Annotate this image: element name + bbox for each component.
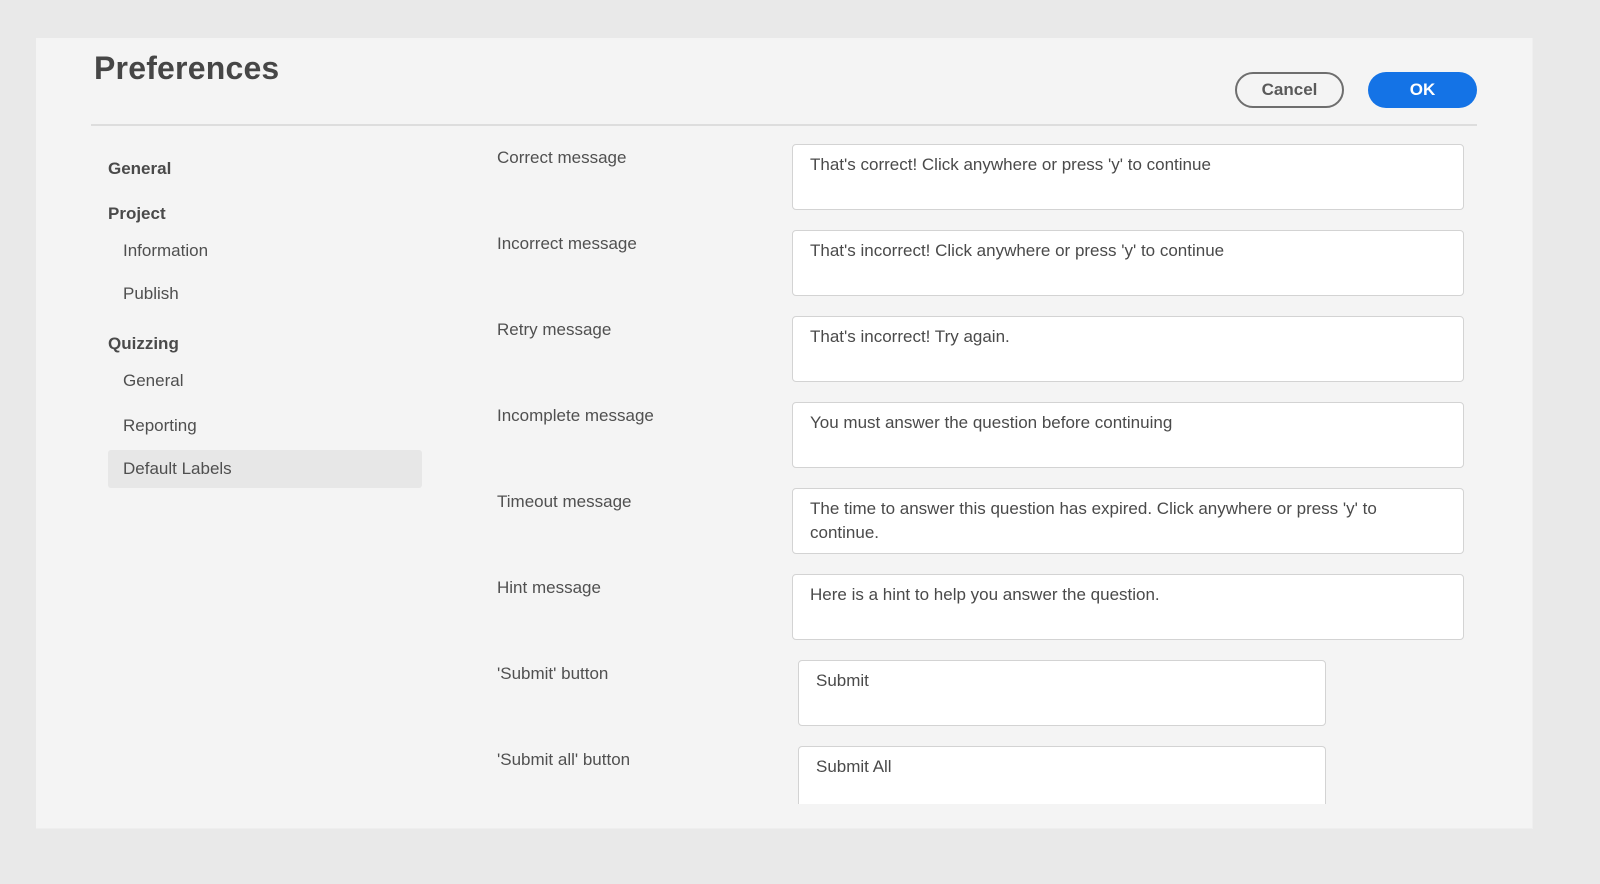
sidebar-item-reporting[interactable]: Reporting [108,407,422,445]
preferences-dialog: Preferences Cancel OK General Project In… [36,38,1533,829]
submit-button-label: 'Submit' button [497,664,609,683]
ok-button[interactable]: OK [1368,72,1477,108]
incorrect-message-input[interactable]: That's incorrect! Click anywhere or pres… [792,230,1464,296]
timeout-message-label: Timeout message [497,492,632,511]
correct-message-input[interactable]: That's correct! Click anywhere or press … [792,144,1464,210]
submit-button-text-input[interactable]: Submit [798,660,1326,726]
sidebar-heading-project[interactable]: Project [108,204,166,224]
header-divider [91,124,1477,126]
submit-all-button-label: 'Submit all' button [497,750,631,769]
incomplete-message-label: Incomplete message [497,406,654,425]
sidebar-heading-quizzing[interactable]: Quizzing [108,334,179,354]
retry-message-input[interactable]: That's incorrect! Try again. [792,316,1464,382]
sidebar-item-publish[interactable]: Publish [108,275,422,313]
sidebar-item-label: General [123,371,184,390]
hint-message-label: Hint message [497,578,601,597]
submit-all-button-text-input[interactable]: Submit All [798,746,1326,804]
incomplete-message-input[interactable]: You must answer the question before cont… [792,402,1464,468]
dialog-title: Preferences [94,50,280,86]
sidebar-item-label: Reporting [123,416,197,435]
hint-message-input[interactable]: Here is a hint to help you answer the qu… [792,574,1464,640]
incorrect-message-label: Incorrect message [497,234,637,253]
sidebar-item-quizzing-general[interactable]: General [108,362,422,400]
retry-message-label: Retry message [497,320,612,339]
sidebar-item-label: Default Labels [123,459,232,478]
sidebar-item-default-labels[interactable]: Default Labels [108,450,422,488]
sidebar-item-information[interactable]: Information [108,232,422,270]
timeout-message-input[interactable]: The time to answer this question has exp… [792,488,1464,554]
correct-message-label: Correct message [497,148,627,167]
sidebar-item-label: Information [123,241,209,260]
sidebar-item-label: Publish [123,284,179,303]
cancel-button[interactable]: Cancel [1235,72,1344,108]
sidebar-item-general[interactable]: General [108,159,171,179]
